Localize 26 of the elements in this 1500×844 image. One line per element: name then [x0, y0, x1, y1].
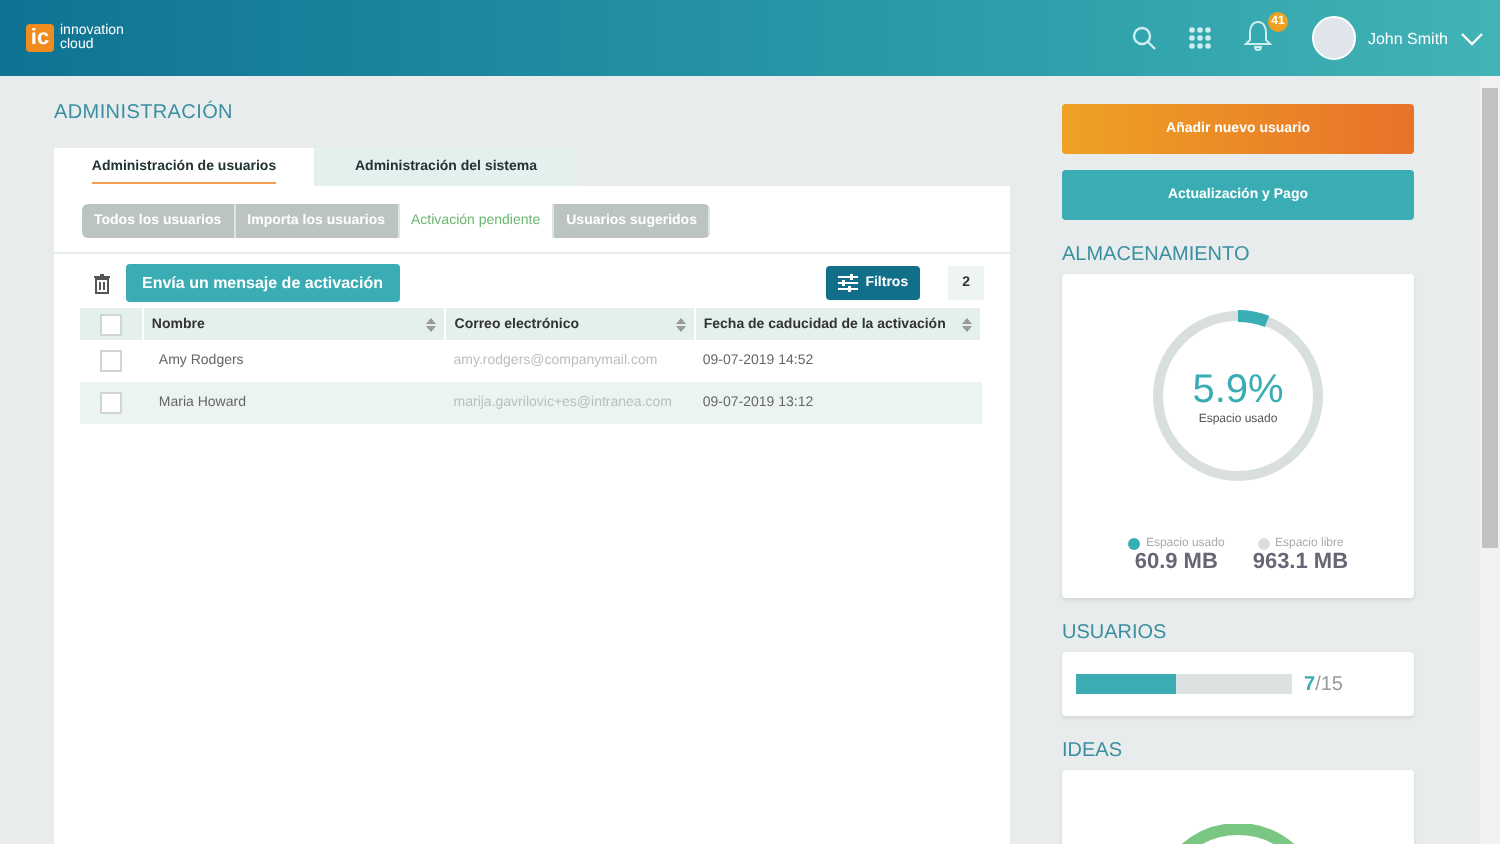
search-icon[interactable]	[1131, 26, 1156, 50]
select-all-checkbox[interactable]	[99, 313, 122, 335]
page-title: ADMINISTRACIÓN	[54, 102, 235, 124]
sort-icon[interactable]	[675, 317, 686, 331]
scrollbar[interactable]	[1480, 76, 1500, 844]
trash-icon[interactable]	[94, 273, 110, 293]
legend-value: 60.9 MB	[1134, 550, 1218, 574]
ideas-ring-drawing	[1178, 824, 1298, 844]
sort-icon[interactable]	[426, 317, 437, 331]
sliders-icon	[837, 274, 858, 292]
logo-mark: ic	[26, 24, 54, 52]
sort-icon[interactable]	[962, 317, 972, 331]
chevron-down-icon[interactable]	[1460, 31, 1484, 45]
section-title: USUARIOS	[1062, 622, 1169, 644]
user-name[interactable]: John Smith	[1367, 29, 1448, 47]
avatar[interactable]	[1311, 16, 1356, 60]
legend-value: 963.1 MB	[1252, 550, 1349, 574]
percent-value: 5.9%	[1192, 367, 1284, 413]
row-checkbox[interactable]	[100, 392, 123, 414]
users-count: 7/15	[1304, 673, 1343, 695]
apps-grid-icon[interactable]	[1187, 26, 1212, 50]
bell-icon[interactable]	[1243, 20, 1272, 52]
section-title: IDEAS	[1062, 740, 1125, 762]
row-checkbox[interactable]	[100, 350, 123, 372]
send-activation-button[interactable]: Envía un mensaje de activación	[126, 264, 399, 302]
section-title: ALMACENAMIENTO	[1062, 244, 1252, 266]
